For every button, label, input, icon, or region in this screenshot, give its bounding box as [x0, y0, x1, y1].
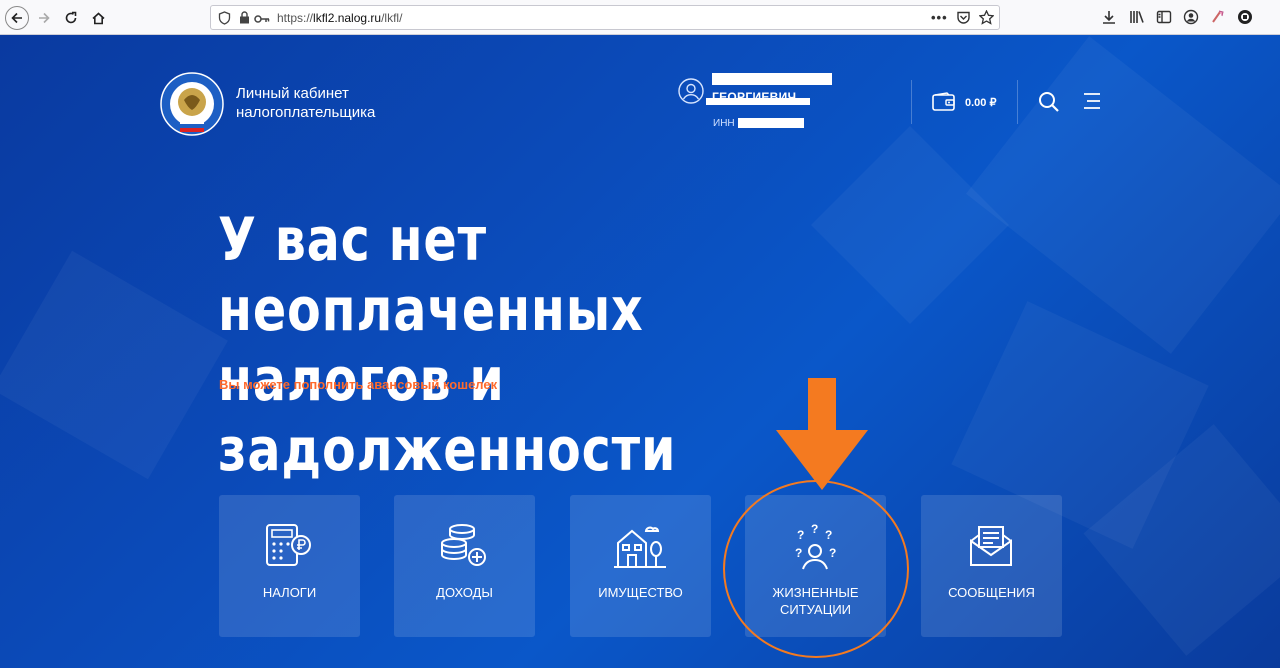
- redacted-inn: [738, 118, 804, 128]
- pocket-icon[interactable]: [956, 10, 971, 30]
- envelope-icon: [965, 521, 1017, 571]
- tile-messages[interactable]: СООБЩЕНИЯ: [921, 495, 1062, 637]
- reload-icon[interactable]: [59, 6, 83, 30]
- redacted-name-strip: [706, 98, 810, 105]
- addon-icon[interactable]: [1237, 9, 1253, 25]
- tile-income-label: ДОХОДЫ: [436, 585, 493, 600]
- arrow-down-icon: [776, 378, 868, 490]
- page-headline: У вас нет неоплаченных налогов и задолже…: [218, 205, 677, 485]
- sidebar-icon[interactable]: [1156, 9, 1172, 25]
- user-avatar-icon[interactable]: [678, 78, 704, 104]
- account-icon[interactable]: [1183, 9, 1199, 25]
- wallet-balance[interactable]: 0.00 ₽: [965, 96, 996, 109]
- url-text: https://lkfl2.nalog.ru/lkfl/: [277, 11, 403, 25]
- tile-taxes-label: НАЛОГИ: [262, 585, 317, 600]
- star-icon[interactable]: [978, 9, 995, 30]
- wallet-icon[interactable]: [932, 92, 956, 112]
- extension-icon[interactable]: [1210, 9, 1226, 25]
- home-icon[interactable]: [86, 6, 110, 30]
- brand-title[interactable]: Личный кабинет налогоплательщика: [236, 84, 375, 122]
- tile-messages-label: СООБЩЕНИЯ: [948, 585, 1035, 600]
- browser-toolbar: https://lkfl2.nalog.ru/lkfl/ •••: [0, 0, 1280, 35]
- tile-property-label: ИМУЩЕСТВО: [598, 585, 683, 600]
- redacted-name: [712, 73, 832, 85]
- calculator-ruble-icon: [263, 521, 315, 571]
- key-icon[interactable]: [254, 12, 270, 30]
- coins-plus-icon: [438, 521, 490, 571]
- header-divider: [911, 80, 912, 124]
- house-icon: [614, 521, 666, 571]
- forward-icon[interactable]: [32, 6, 56, 30]
- tile-income[interactable]: ДОХОДЫ: [394, 495, 535, 637]
- library-icon[interactable]: [1129, 9, 1145, 25]
- more-icon[interactable]: •••: [931, 10, 948, 25]
- advance-wallet-link[interactable]: Вы можете пополнить авансовый кошелек: [219, 377, 497, 392]
- header-divider-2: [1017, 80, 1018, 124]
- tile-taxes[interactable]: НАЛОГИ: [219, 495, 360, 637]
- back-icon[interactable]: [5, 6, 29, 30]
- search-icon[interactable]: [1038, 91, 1060, 113]
- menu-icon[interactable]: [1082, 92, 1102, 110]
- download-icon[interactable]: [1101, 9, 1117, 25]
- tile-property[interactable]: ИМУЩЕСТВО: [570, 495, 711, 637]
- highlight-circle: [723, 480, 909, 658]
- inn-label: ИНН: [713, 118, 735, 129]
- address-bar[interactable]: https://lkfl2.nalog.ru/lkfl/ •••: [210, 5, 1000, 30]
- lock-icon[interactable]: [239, 11, 250, 29]
- shield-icon[interactable]: [218, 11, 231, 30]
- fns-logo[interactable]: [160, 72, 224, 136]
